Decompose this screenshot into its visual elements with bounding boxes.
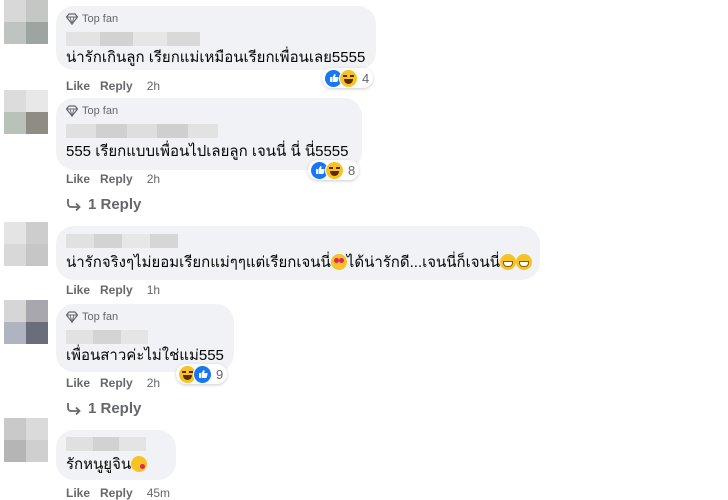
- like-button[interactable]: Like: [66, 376, 90, 390]
- haha-reaction-icon: [339, 68, 358, 88]
- kiss-emoji-icon: [131, 456, 148, 472]
- grin-emoji-icon: [516, 254, 533, 270]
- view-replies-button[interactable]: 1 Reply: [66, 196, 141, 213]
- comment-actions: Like Reply 1h: [66, 283, 160, 297]
- comment-text: 555 เรียกแบบเพื่อนไปเลยลูก เจนนี่ นี่ นี…: [66, 143, 349, 160]
- comment-actions: Like Reply 45m: [66, 486, 170, 500]
- author-name[interactable]: [66, 124, 219, 138]
- avatar[interactable]: [4, 300, 48, 344]
- author-name[interactable]: [66, 234, 178, 248]
- diamond-icon: [66, 13, 78, 25]
- top-fan-badge: Top fan: [66, 13, 118, 25]
- comment-actions: Like Reply 2h: [66, 79, 160, 93]
- reaction-summary[interactable]: 4: [322, 68, 374, 88]
- like-button[interactable]: Like: [66, 486, 90, 500]
- timestamp[interactable]: 2h: [147, 172, 160, 186]
- timestamp[interactable]: 2h: [147, 79, 160, 93]
- diamond-icon: [66, 311, 78, 323]
- reply-button[interactable]: Reply: [100, 376, 133, 390]
- avatar[interactable]: [4, 418, 48, 462]
- reply-button[interactable]: Reply: [100, 79, 133, 93]
- comment-bubble: น่ารักจริงๆไม่ยอมเรียกแม่ๆๆแต่เรียกเจนนี…: [56, 226, 540, 280]
- top-fan-label: Top fan: [82, 311, 119, 323]
- top-fan-badge: Top fan: [66, 311, 118, 323]
- timestamp[interactable]: 1h: [147, 283, 160, 297]
- avatar[interactable]: [4, 222, 48, 266]
- reaction-count: 8: [348, 162, 356, 178]
- view-replies-button[interactable]: 1 Reply: [66, 400, 141, 417]
- timestamp[interactable]: 45m: [147, 486, 170, 500]
- reply-arrow-icon: [67, 402, 81, 415]
- comment-text-part-1: รักหนูยูจิน: [66, 456, 132, 473]
- like-button[interactable]: Like: [66, 172, 90, 186]
- reaction-count: 9: [216, 366, 224, 382]
- top-fan-label: Top fan: [82, 105, 119, 117]
- comment-bubble: Top fan เพื่อนสาวค่ะไม่ใช่แม่555: [56, 304, 234, 372]
- comment-text: น่ารักเกินลูก เรียกแม่เหมือนเรียกเพื่อนเ…: [66, 49, 366, 66]
- like-button[interactable]: Like: [66, 283, 90, 297]
- timestamp[interactable]: 2h: [147, 376, 160, 390]
- avatar[interactable]: [4, 0, 48, 44]
- reply-button[interactable]: Reply: [100, 283, 133, 297]
- reaction-summary[interactable]: 8: [308, 160, 360, 180]
- top-fan-label: Top fan: [82, 13, 119, 25]
- author-name[interactable]: [66, 32, 200, 46]
- reply-button[interactable]: Reply: [100, 172, 133, 186]
- author-name[interactable]: [66, 437, 147, 451]
- diamond-icon: [66, 105, 78, 117]
- reaction-count: 4: [362, 70, 370, 86]
- top-fan-badge: Top fan: [66, 105, 118, 117]
- comment-text: รักหนูยูจิน: [66, 456, 148, 474]
- comment-bubble: Top fan น่ารักเกินลูก เรียกแม่เหมือนเรีย…: [56, 6, 376, 70]
- heart-eyes-emoji-icon: [330, 254, 347, 270]
- reply-arrow-icon: [67, 198, 81, 211]
- comment-bubble: รักหนูยูจิน: [56, 430, 176, 480]
- replies-count-label: 1 Reply: [88, 196, 142, 213]
- reply-button[interactable]: Reply: [100, 486, 133, 500]
- like-button[interactable]: Like: [66, 79, 90, 93]
- grin-emoji-icon: [500, 254, 517, 270]
- comment-actions: Like Reply 2h: [66, 376, 160, 390]
- avatar[interactable]: [4, 90, 48, 134]
- reaction-summary[interactable]: 9: [176, 364, 228, 384]
- comment-text: เพื่อนสาวค่ะไม่ใช่แม่555: [66, 347, 224, 364]
- haha-reaction-icon: [325, 160, 344, 180]
- comment-text-part-2: ได้น่ารักดี...เจนนี่ก็เจนนี่: [346, 254, 501, 271]
- comment-text: น่ารักจริงๆไม่ยอมเรียกแม่ๆๆแต่เรียกเจนนี…: [66, 254, 533, 272]
- replies-count-label: 1 Reply: [88, 400, 142, 417]
- comment-text-part-1: น่ารักจริงๆไม่ยอมเรียกแม่ๆๆแต่เรียกเจนนี…: [66, 254, 331, 271]
- author-name[interactable]: [66, 330, 148, 344]
- like-reaction-icon: [193, 364, 212, 384]
- comment-actions: Like Reply 2h: [66, 172, 160, 186]
